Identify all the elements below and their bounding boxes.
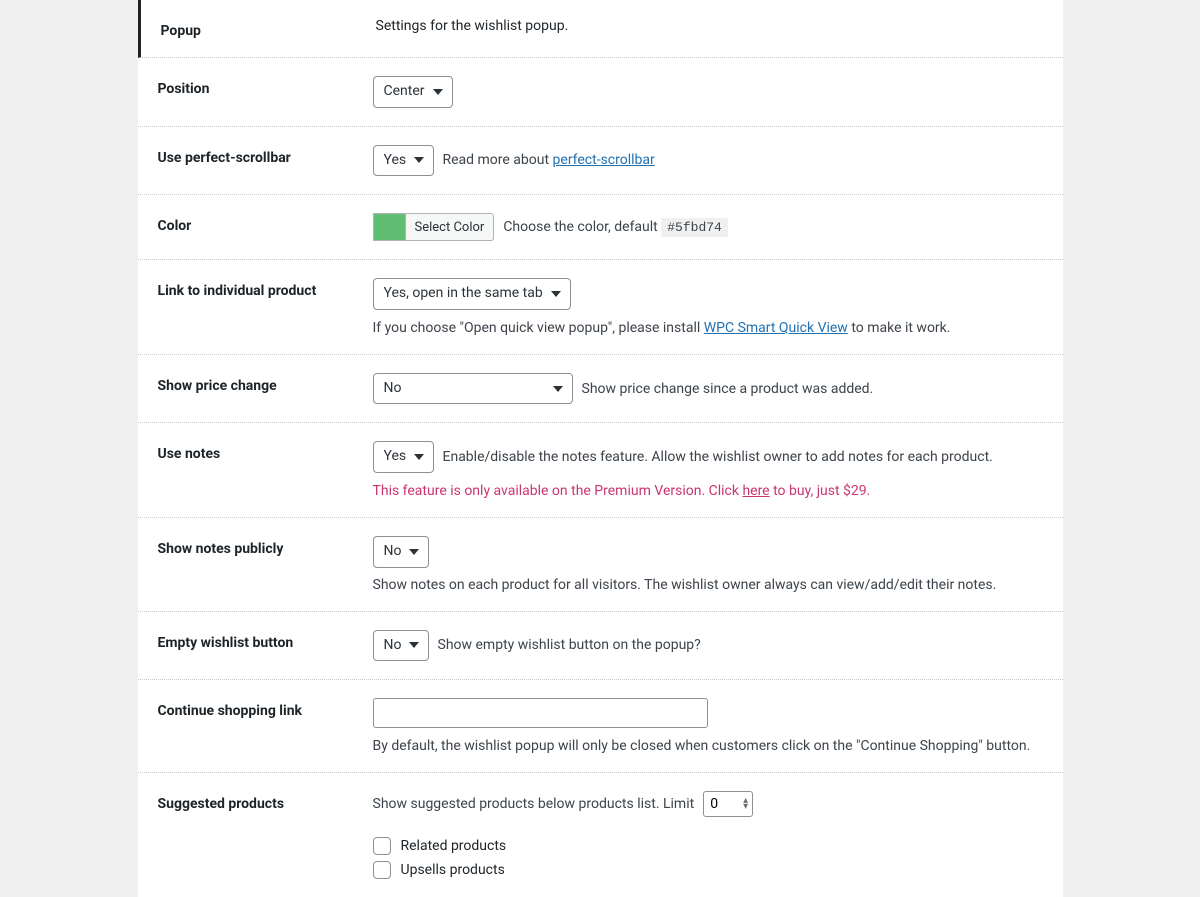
row-position: Position Center: [138, 58, 1063, 127]
suggested-limit-input[interactable]: [703, 791, 753, 817]
color-default-code: #5fbd74: [661, 218, 728, 237]
price-change-hint: Show price change since a product was ad…: [582, 381, 874, 397]
section-title: Popup: [161, 18, 376, 39]
select-color-button[interactable]: Select Color: [405, 213, 495, 241]
upsells-products-checkbox[interactable]: [373, 861, 391, 879]
row-continue-shopping: Continue shopping link By default, the w…: [138, 680, 1063, 773]
label-color: Color: [158, 213, 373, 234]
section-description: Settings for the wishlist popup.: [376, 18, 1063, 39]
continue-shopping-subtext: By default, the wishlist popup will only…: [373, 738, 1043, 754]
link-product-select[interactable]: Yes, open in the same tab: [373, 278, 571, 310]
empty-wishlist-hint: Show empty wishlist button on the popup?: [438, 637, 701, 653]
row-empty-wishlist: Empty wishlist button No Show empty wish…: [138, 612, 1063, 681]
premium-buy-link[interactable]: here: [742, 483, 769, 499]
use-notes-hint: Enable/disable the notes feature. Allow …: [443, 449, 993, 465]
position-select[interactable]: Center: [373, 76, 453, 108]
row-suggested-products: Suggested products Show suggested produc…: [138, 773, 1063, 897]
show-notes-publicly-hint: Show notes on each product for all visit…: [373, 577, 997, 593]
price-change-select[interactable]: No: [373, 373, 573, 405]
label-perfect-scrollbar: Use perfect-scrollbar: [158, 145, 373, 166]
link-product-subtext: If you choose "Open quick view popup", p…: [373, 320, 1043, 336]
label-empty-wishlist: Empty wishlist button: [158, 630, 373, 651]
label-price-change: Show price change: [158, 373, 373, 394]
row-show-notes-publicly: Show notes publicly No Show notes on eac…: [138, 518, 1063, 612]
label-position: Position: [158, 76, 373, 97]
section-header-popup: Popup Settings for the wishlist popup.: [138, 0, 1063, 58]
label-link-product: Link to individual product: [158, 278, 373, 299]
color-swatch[interactable]: [373, 213, 405, 241]
color-hint: Choose the color, default #5fbd74: [503, 219, 728, 235]
continue-shopping-input[interactable]: [373, 698, 708, 728]
label-use-notes: Use notes: [158, 441, 373, 462]
row-link-product: Link to individual product Yes, open in …: [138, 260, 1063, 355]
upsells-products-label: Upsells products: [401, 862, 505, 878]
label-continue-shopping: Continue shopping link: [158, 698, 373, 719]
label-show-notes-publicly: Show notes publicly: [158, 536, 373, 557]
related-products-checkbox[interactable]: [373, 837, 391, 855]
wpc-quickview-link[interactable]: WPC Smart Quick View: [704, 320, 848, 336]
row-perfect-scrollbar: Use perfect-scrollbar Yes Read more abou…: [138, 127, 1063, 196]
use-notes-select[interactable]: Yes: [373, 441, 434, 473]
row-use-notes: Use notes Yes Enable/disable the notes f…: [138, 423, 1063, 518]
show-notes-publicly-select[interactable]: No: [373, 536, 429, 568]
empty-wishlist-select[interactable]: No: [373, 630, 429, 662]
perfect-scrollbar-link[interactable]: perfect-scrollbar: [553, 152, 655, 168]
label-suggested-products: Suggested products: [158, 791, 373, 812]
related-products-label: Related products: [401, 838, 507, 854]
perfect-scrollbar-select[interactable]: Yes: [373, 145, 434, 177]
suggested-hint: Show suggested products below products l…: [373, 796, 695, 812]
perfect-scrollbar-hint: Read more about perfect-scrollbar: [443, 152, 655, 168]
row-color: Color Select Color Choose the color, def…: [138, 195, 1063, 260]
row-price-change: Show price change No Show price change s…: [138, 355, 1063, 424]
use-notes-premium-note: This feature is only available on the Pr…: [373, 483, 1043, 499]
